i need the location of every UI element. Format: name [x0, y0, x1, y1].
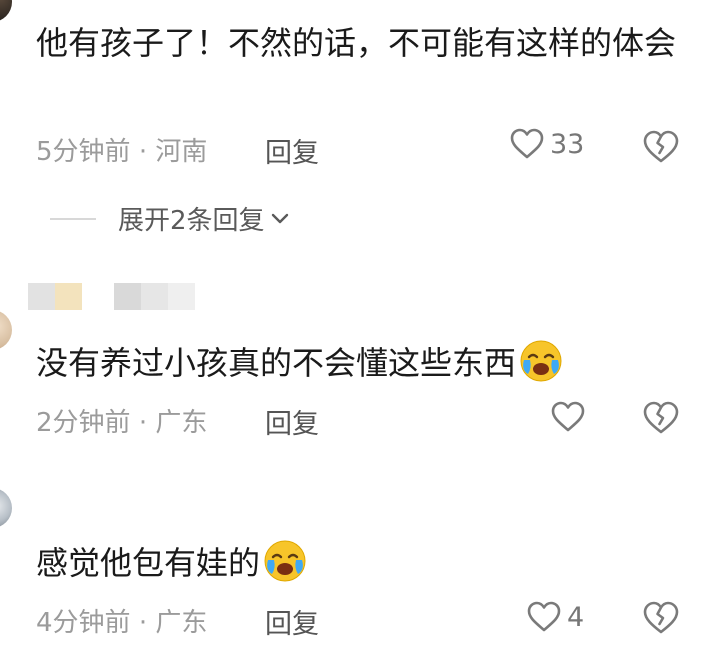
- dislike-button[interactable]: [643, 130, 679, 164]
- comment-text: 他有孩子了！不然的话，不可能有这样的体会: [36, 24, 677, 62]
- comment-time: 4分钟前: [36, 608, 131, 638]
- crying-face-emoji: [262, 538, 308, 584]
- divider-line: [50, 217, 96, 220]
- username-redacted: [28, 283, 195, 310]
- chevron-down-icon: [271, 213, 289, 225]
- heart-icon: [527, 601, 561, 633]
- reply-button[interactable]: 回复: [265, 131, 319, 170]
- meta-separator: ·: [138, 408, 148, 438]
- heart-icon: [551, 401, 585, 433]
- expand-replies-label: 展开2条回复: [118, 206, 265, 236]
- comment-location: 河南: [155, 137, 208, 167]
- dislike-button[interactable]: [643, 601, 679, 635]
- comment-location: 广东: [155, 608, 208, 638]
- comment-time: 5分钟前: [36, 137, 131, 167]
- broken-heart-icon: [643, 601, 679, 635]
- user-avatar[interactable]: [0, 0, 12, 22]
- comment-location: 广东: [155, 408, 208, 438]
- comment-meta: 4分钟前 · 广东: [36, 602, 207, 639]
- comment-meta: 2分钟前 · 广东: [36, 402, 207, 439]
- user-avatar[interactable]: [0, 310, 12, 350]
- comment-meta: 5分钟前 · 河南: [36, 131, 207, 168]
- broken-heart-icon: [643, 130, 679, 164]
- like-button[interactable]: 33: [510, 128, 584, 160]
- reply-button[interactable]: 回复: [265, 602, 319, 641]
- comment-text-content: 感觉他包有娃的: [36, 544, 261, 582]
- expand-replies-button[interactable]: 展开2条回复: [50, 200, 289, 237]
- like-count: 33: [550, 128, 585, 160]
- meta-separator: ·: [138, 608, 148, 638]
- broken-heart-icon: [643, 401, 679, 435]
- meta-separator: ·: [138, 137, 148, 167]
- like-button[interactable]: 4: [527, 601, 584, 633]
- like-button[interactable]: [551, 401, 585, 433]
- crying-face-emoji: [518, 338, 564, 384]
- reply-button[interactable]: 回复: [265, 402, 319, 441]
- dislike-button[interactable]: [643, 401, 679, 435]
- user-avatar[interactable]: [0, 488, 12, 528]
- comment-text-content: 没有养过小孩真的不会懂这些东西: [36, 344, 517, 382]
- comment-time: 2分钟前: [36, 408, 131, 438]
- comment-text: 没有养过小孩真的不会懂这些东西: [36, 338, 686, 388]
- heart-icon: [510, 128, 544, 160]
- comment-text: 感觉他包有娃的: [36, 538, 686, 588]
- like-count: 4: [567, 601, 585, 633]
